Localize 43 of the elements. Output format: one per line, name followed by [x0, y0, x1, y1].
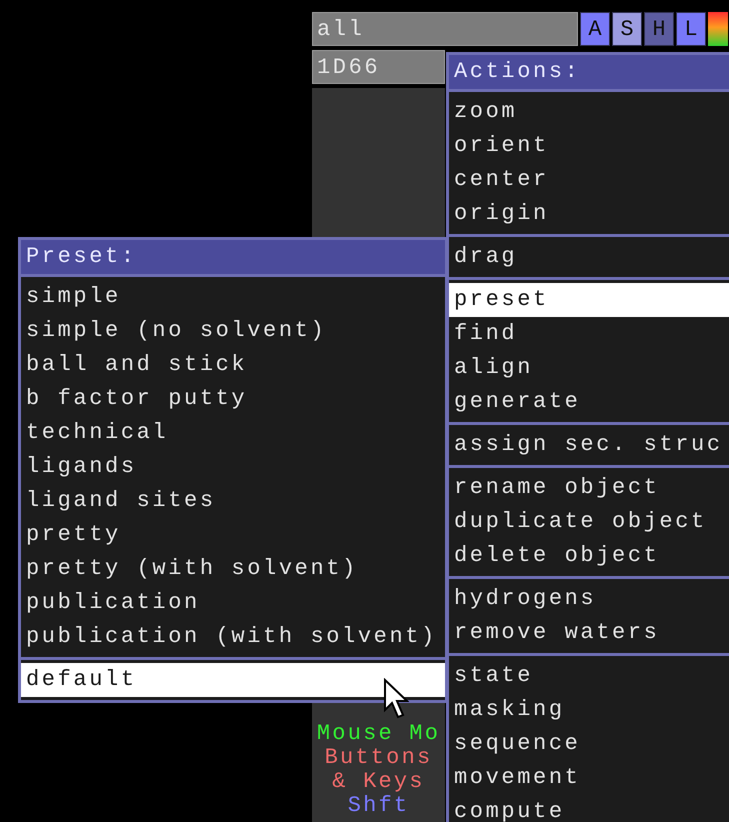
menu-item[interactable]: origin — [449, 197, 729, 231]
mouse-mode-text: & Keys — [332, 770, 425, 794]
menu-item[interactable]: sequence — [449, 727, 729, 761]
menu-item[interactable]: center — [449, 163, 729, 197]
menu-item[interactable]: simple — [21, 280, 445, 314]
menu-item[interactable]: simple (no solvent) — [21, 314, 445, 348]
menu-item[interactable]: drag — [449, 240, 729, 274]
menu-item[interactable]: ligands — [21, 450, 445, 484]
menu-title: Actions: — [449, 55, 729, 89]
menu-item[interactable]: preset — [449, 283, 729, 317]
color-button[interactable] — [708, 12, 728, 46]
menu-item[interactable]: rename object — [449, 471, 729, 505]
mouse-mode-text: Mouse Mo — [316, 722, 440, 746]
menu-item[interactable]: b factor putty — [21, 382, 445, 416]
menu-title: Preset: — [21, 240, 445, 274]
menu-item[interactable]: delete object — [449, 539, 729, 573]
menu-item[interactable]: movement — [449, 761, 729, 795]
menu-item[interactable]: state — [449, 659, 729, 693]
object-button[interactable]: A — [580, 12, 610, 46]
menu-item[interactable]: zoom — [449, 95, 729, 129]
menu-item[interactable]: align — [449, 351, 729, 385]
menu-item[interactable]: publication — [21, 586, 445, 620]
menu-item[interactable]: hydrogens — [449, 582, 729, 616]
menu-item[interactable]: technical — [21, 416, 445, 450]
object-button[interactable]: L — [676, 12, 706, 46]
cursor-icon — [383, 678, 409, 720]
menu-item[interactable]: publication (with solvent) — [21, 620, 445, 654]
mouse-mode-text: Buttons — [324, 746, 432, 770]
menu-item[interactable]: find — [449, 317, 729, 351]
menu-item[interactable]: duplicate object — [449, 505, 729, 539]
menu-item[interactable]: remove waters — [449, 616, 729, 650]
menu-item[interactable]: masking — [449, 693, 729, 727]
menu-item[interactable]: compute — [449, 795, 729, 822]
menu-item[interactable]: pretty — [21, 518, 445, 552]
menu-item[interactable]: assign sec. struc — [449, 428, 729, 462]
menu-item[interactable]: ball and stick — [21, 348, 445, 382]
menu-item[interactable]: generate — [449, 385, 729, 419]
menu-item[interactable]: ligand sites — [21, 484, 445, 518]
menu-item[interactable]: orient — [449, 129, 729, 163]
menu-item[interactable]: default — [21, 663, 445, 697]
mouse-mode-text: Shft — [348, 794, 410, 818]
menu-item[interactable]: pretty (with solvent) — [21, 552, 445, 586]
object-button[interactable]: S — [612, 12, 642, 46]
